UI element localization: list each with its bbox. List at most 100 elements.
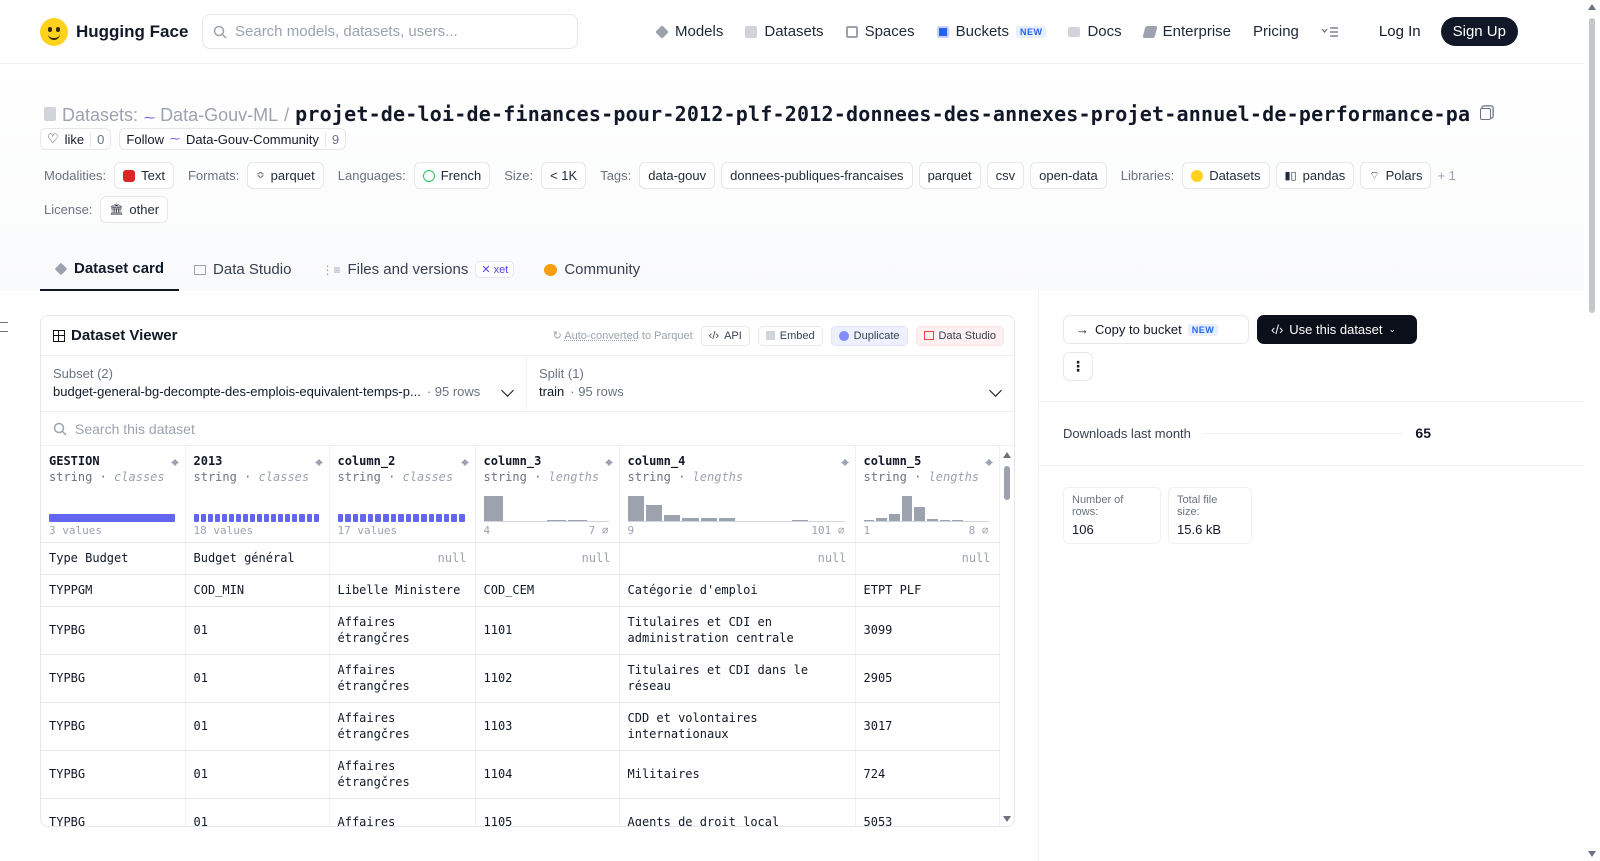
class-distribution-bar[interactable]: [193, 492, 319, 522]
size-tag[interactable]: < 1K: [541, 162, 587, 189]
table-cell[interactable]: Titulaires et CDI dans le réseau: [619, 654, 856, 703]
dataset-search-input[interactable]: Search this dataset: [41, 412, 1014, 446]
nav-docs[interactable]: Docs: [1068, 23, 1122, 40]
split-select[interactable]: Split (1) train · 95 rows: [527, 356, 1014, 411]
nav-pricing[interactable]: Pricing: [1253, 23, 1299, 40]
table-cell[interactable]: null: [619, 542, 856, 575]
table-row[interactable]: TYPBG 01 Affaires étrangčres 1101 Titulaires…: [41, 606, 1000, 655]
page-scroll-thumb[interactable]: [1589, 18, 1595, 313]
scroll-up-arrow-icon[interactable]: [1003, 452, 1011, 458]
nav-datasets[interactable]: Datasets: [745, 23, 824, 40]
page-scroll-down-icon[interactable]: [1588, 851, 1596, 857]
table-cell[interactable]: 01: [185, 798, 330, 826]
nav-buckets[interactable]: Buckets NEW: [936, 23, 1047, 40]
nav-spaces[interactable]: Spaces: [845, 23, 915, 40]
table-cell[interactable]: ETPT PLF: [855, 574, 1000, 607]
table-row[interactable]: TYPBG 01 Affaires 1105 Agents de droit local…: [41, 798, 1000, 826]
column-header[interactable]: 2013 string · classes 18 values: [185, 446, 330, 543]
embed-button[interactable]: Embed: [757, 325, 823, 346]
license-tag[interactable]: 🏛 other: [100, 196, 169, 223]
sort-icon[interactable]: [314, 455, 323, 467]
column-header[interactable]: GESTION string · classes 3 values: [41, 446, 186, 543]
table-cell[interactable]: 01: [185, 702, 330, 751]
nav-enterprise[interactable]: Enterprise: [1142, 23, 1231, 40]
class-distribution-bar[interactable]: [49, 492, 175, 522]
table-cell[interactable]: null: [855, 542, 1000, 575]
tag-open-data[interactable]: open-data: [1030, 162, 1107, 189]
column-header[interactable]: column_4 string · lengths 9 101 ⌀: [619, 446, 856, 543]
table-cell[interactable]: Agents de droit local: [619, 798, 856, 826]
table-row[interactable]: TYPBG 01 Affaires étrangčres 1104 Militaires…: [41, 750, 1000, 799]
column-header[interactable]: column_5 string · lengths 1 8 ⌀: [855, 446, 1000, 543]
table-cell[interactable]: COD_CEM: [475, 574, 620, 607]
sidebar-toggle-icon[interactable]: [0, 322, 8, 332]
table-row[interactable]: TYPBG 01 Affaires étrangčres 1102 Titulaires…: [41, 654, 1000, 703]
sort-icon[interactable]: [604, 455, 613, 467]
table-scrollbar[interactable]: [1003, 452, 1011, 822]
table-cell[interactable]: TYPBG: [41, 702, 186, 751]
library-polars[interactable]: ⌔ Polars: [1360, 162, 1432, 189]
table-row[interactable]: TYPBG 01 Affaires étrangčres 1103 CDD et vol…: [41, 702, 1000, 751]
table-cell[interactable]: 01: [185, 654, 330, 703]
like-button[interactable]: ♡ like 0: [40, 128, 112, 150]
tab-community[interactable]: Community: [529, 248, 655, 291]
table-cell[interactable]: 2905: [855, 654, 1000, 703]
more-options-button[interactable]: ⋮: [1063, 352, 1093, 381]
subset-select[interactable]: Subset (2) budget-general-bg-decompte-de…: [41, 356, 527, 411]
sort-icon[interactable]: [170, 455, 179, 467]
table-cell[interactable]: TYPBG: [41, 750, 186, 799]
table-cell[interactable]: CDD et volontaires internationaux: [619, 702, 856, 751]
table-cell[interactable]: 3099: [855, 606, 1000, 655]
dataset-name[interactable]: projet-de-loi-de-finances-pour-2012-plf-…: [295, 102, 1470, 126]
table-cell[interactable]: Affaires étrangčres: [329, 606, 476, 655]
class-distribution-bar[interactable]: [337, 492, 465, 522]
table-cell[interactable]: 724: [855, 750, 1000, 799]
tag-donnees-publiques[interactable]: donnees-publiques-francaises: [721, 162, 913, 189]
sort-icon[interactable]: [460, 455, 469, 467]
table-cell[interactable]: Type Budget: [41, 542, 186, 575]
column-header[interactable]: column_2 string · classes 17 values: [329, 446, 476, 543]
table-cell[interactable]: null: [475, 542, 620, 575]
tag-parquet[interactable]: parquet: [918, 162, 981, 189]
signup-button[interactable]: Sign Up: [1440, 17, 1518, 46]
column-header[interactable]: column_3 string · lengths 4 7 ⌀: [475, 446, 620, 543]
table-scroll-thumb[interactable]: [1004, 466, 1010, 500]
org-link[interactable]: ⁓ Data-Gouv-ML: [144, 105, 278, 126]
data-studio-button[interactable]: Data Studio: [915, 325, 1004, 346]
table-cell[interactable]: 1104: [475, 750, 620, 799]
page-scroll-up-icon[interactable]: [1588, 4, 1596, 10]
login-link[interactable]: Log In: [1379, 23, 1421, 40]
length-histogram[interactable]: [627, 492, 845, 522]
table-cell[interactable]: Affaires étrangčres: [329, 702, 476, 751]
brand-logo[interactable]: Hugging Face: [40, 17, 202, 46]
table-cell[interactable]: Libelle Ministere: [329, 574, 476, 607]
api-button[interactable]: ‹/› API: [700, 325, 750, 346]
table-cell[interactable]: 01: [185, 750, 330, 799]
table-cell[interactable]: Affaires étrangčres: [329, 750, 476, 799]
page-scrollbar[interactable]: [1584, 0, 1600, 861]
tab-dataset-card[interactable]: Dataset card: [40, 248, 180, 291]
tab-data-studio[interactable]: Data Studio: [179, 248, 306, 291]
sort-icon[interactable]: [984, 455, 993, 467]
table-cell[interactable]: Titulaires et CDI en administration cent…: [619, 606, 856, 655]
table-cell[interactable]: Affaires étrangčres: [329, 654, 476, 703]
table-cell[interactable]: TYPPGM: [41, 574, 186, 607]
table-cell[interactable]: Affaires: [329, 798, 476, 826]
table-cell[interactable]: 1103: [475, 702, 620, 751]
length-histogram[interactable]: [483, 492, 609, 522]
table-cell[interactable]: 3017: [855, 702, 1000, 751]
libraries-more[interactable]: + 1: [1437, 168, 1455, 183]
table-cell[interactable]: Militaires: [619, 750, 856, 799]
tag-data-gouv[interactable]: data-gouv: [639, 162, 716, 189]
duplicate-button[interactable]: Duplicate: [830, 325, 908, 346]
table-row[interactable]: TYPPGM COD_MIN Libelle Ministere COD_CEM Cat…: [41, 574, 1000, 607]
table-cell[interactable]: null: [329, 542, 476, 575]
follow-button[interactable]: Follow ⁓ Data-Gouv-Community 9: [119, 128, 347, 150]
scroll-down-arrow-icon[interactable]: [1003, 816, 1011, 822]
auto-converted-link[interactable]: Auto-converted: [564, 330, 639, 342]
table-cell[interactable]: TYPBG: [41, 798, 186, 826]
table-cell[interactable]: 01: [185, 606, 330, 655]
table-cell[interactable]: TYPBG: [41, 654, 186, 703]
library-datasets[interactable]: Datasets: [1182, 162, 1270, 189]
auto-converted-note[interactable]: ↻ Auto-converted to Parquet: [553, 329, 693, 342]
